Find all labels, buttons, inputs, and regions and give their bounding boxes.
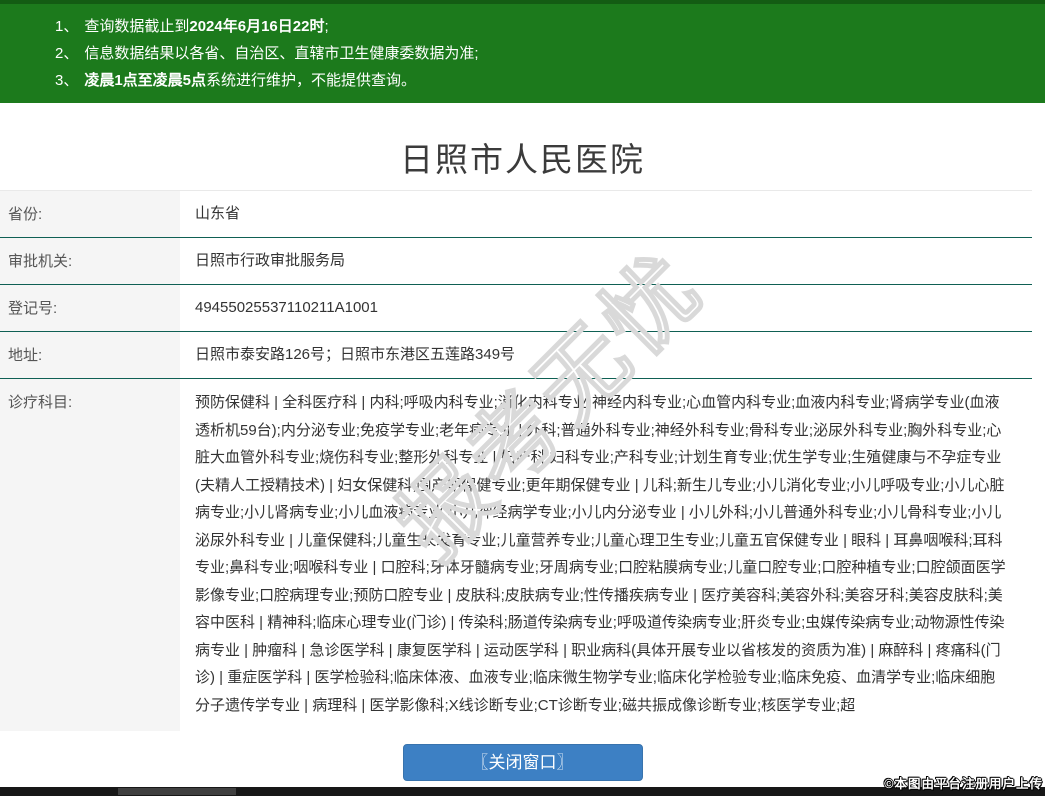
notice-number: 2、 (55, 45, 79, 62)
notice-text-bold: 2024年6月16日22时 (189, 18, 325, 35)
hospital-query-page: 1、 查询数据截止到2024年6月16日22时; 2、 信息数据结果以各省、自治区、… (0, 0, 1045, 796)
row-label: 地址: (0, 332, 180, 378)
uploaded-by-note: ©本图由平台注册用户上传 (884, 777, 1043, 791)
notice-line-3: 3、 凌晨1点至凌晨5点系统进行维护，不能提供查询。 (55, 67, 1035, 94)
notice-banner: 1、 查询数据截止到2024年6月16日22时; 2、 信息数据结果以各省、自治区、… (0, 0, 1045, 103)
notice-text-bold: 凌晨1点至凌晨5点 (84, 72, 207, 89)
row-label: 省份: (0, 191, 180, 237)
notice-number: 3、 (55, 72, 79, 89)
scrollbar-thumb[interactable] (118, 788, 236, 795)
table-row-approval-authority: 审批机关: 日照市行政审批服务局 (0, 237, 1032, 284)
notice-text: 查询数据截止到 (84, 18, 190, 35)
table-row-province: 省份: 山东省 (0, 190, 1032, 237)
hospital-info-table: 省份: 山东省 审批机关: 日照市行政审批服务局 登记号: 4945502553… (0, 190, 1032, 731)
row-value: 49455025537110211A1001 (195, 299, 378, 316)
notice-text: 信息数据结果以各省、自治区、直辖市卫生健康委数据为准; (84, 45, 479, 62)
table-row-address: 地址: 日照市泰安路126号；日照市东港区五莲路349号 (0, 331, 1032, 378)
row-value: 山东省 (195, 205, 241, 222)
row-value: 日照市行政审批服务局 (195, 252, 346, 269)
row-label: 诊疗科目: (0, 379, 180, 731)
notice-line-2: 2、 信息数据结果以各省、自治区、直辖市卫生健康委数据为准; (55, 40, 1035, 67)
row-value: 日照市泰安路126号；日照市东港区五莲路349号 (195, 346, 516, 363)
notice-number: 1、 (55, 18, 79, 35)
row-label: 审批机关: (0, 238, 180, 284)
notice-text: 系统进行维护，不能提供查询。 (206, 72, 417, 89)
row-value: 预防保健科 | 全科医疗科 | 内科;呼吸内科专业;消化内科专业;神经内科专业;… (195, 394, 1006, 714)
notice-line-1: 1、 查询数据截止到2024年6月16日22时; (55, 13, 1035, 40)
table-row-registration-number: 登记号: 49455025537110211A1001 (0, 284, 1032, 331)
notice-text: ; (324, 18, 329, 35)
close-window-button[interactable]: 〖关闭窗口〗 (402, 744, 643, 781)
table-row-medical-departments: 诊疗科目: 预防保健科 | 全科医疗科 | 内科;呼吸内科专业;消化内科专业;神… (0, 378, 1032, 731)
row-label: 登记号: (0, 285, 180, 331)
page-title: 日照市人民医院 (400, 141, 645, 178)
